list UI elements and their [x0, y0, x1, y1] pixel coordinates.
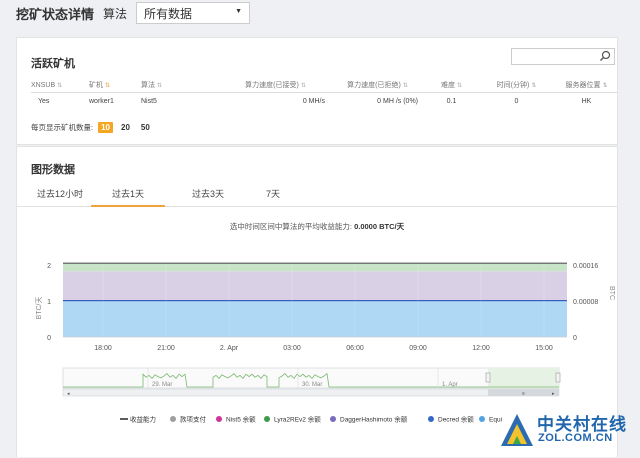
x-axis: 18:00 21:00 2. Apr 03:00 06:00 09:00 12:00 15:0… [63, 336, 567, 352]
zol-watermark: 中关村在线 ZOL.COM.CN [499, 408, 637, 452]
navigator-scrollbar[interactable] [62, 388, 560, 397]
top-bar: 挖矿状态详情 算法 所有数据 ▼ [0, 0, 640, 26]
x-tick-label: 06:00 [346, 345, 364, 352]
y-right-tick-label: 0.00008 [573, 299, 598, 306]
legend-dot-marker [428, 416, 434, 422]
search-icon[interactable] [599, 50, 611, 62]
col-header-algo[interactable]: 算法 ⇅ [141, 78, 222, 93]
x-tick-label: 18:00 [94, 345, 112, 352]
algo-label: 算法 [103, 6, 128, 21]
cell-algo: Nist5 [141, 97, 157, 105]
navigator[interactable]: 29. Mar 30. Mar 1. Apr ◂ ▸ ≡ [62, 367, 561, 397]
col-header-speed-rejected[interactable]: 算力速度(已拒绝) ⇅ [329, 78, 426, 93]
x-tick-label: 2. Apr [220, 345, 239, 352]
zol-logo-domain: ZOL.COM.CN [538, 432, 613, 444]
col-header-miner[interactable]: 矿机 ⇅ [89, 78, 141, 93]
legend-dot-marker [479, 416, 485, 422]
per-page-label: 每页显示矿机数量: [31, 123, 94, 132]
page-title: 挖矿状态详情 [16, 6, 95, 22]
scrollbar-grip-icon[interactable]: ≡ [522, 391, 525, 397]
cell-server: HK [581, 97, 592, 105]
cell-speed-accepted: 0 MH/s [302, 97, 325, 105]
miner-search-input[interactable] [512, 51, 604, 67]
miner-search[interactable] [511, 48, 615, 67]
per-page-10[interactable]: 10 [98, 122, 113, 133]
band-lyra2rev2 [63, 263, 567, 272]
legend-label: DaggerHashimoto 余额 [340, 415, 408, 424]
y-left-tick-label: 0 [47, 335, 51, 342]
cell-difficulty: 0.1 [446, 97, 457, 105]
col-header-time[interactable]: 时间(分钟) ⇅ [477, 78, 556, 93]
navigator-label: 30. Mar [302, 382, 322, 388]
band-equihash [63, 301, 567, 337]
x-tick-label: 15:00 [535, 345, 553, 352]
y-right-tick-label: 0 [573, 335, 577, 342]
band-daggerhashimoto [63, 271, 567, 301]
y-axis-left: 0 1 2 [47, 263, 51, 342]
navigator-selection[interactable] [488, 368, 559, 388]
legend-label: 收益能力 [130, 415, 156, 424]
y-right-tick-label: 0.00016 [573, 263, 598, 270]
active-miners-panel: 活跃矿机 XNSUB ⇅ 矿机 ⇅ 算法 ⇅ 算力速度(已接受) ⇅ 算力速度(已拒绝)… [16, 37, 618, 145]
per-page-50[interactable]: 50 [138, 122, 153, 133]
per-page-20[interactable]: 20 [118, 122, 133, 133]
col-header-server[interactable]: 服务器位置 ⇅ [556, 78, 617, 93]
legend-label: Lyra2REv2 余额 [274, 415, 321, 424]
navigator-label: 29. Mar [152, 382, 172, 388]
per-page-selector: 每页显示矿机数量: 10 20 50 [31, 122, 153, 133]
y-left-tick-label: 2 [47, 263, 51, 270]
x-tick-label: 12:00 [472, 345, 490, 352]
cell-time: 0 [514, 97, 519, 105]
legend-dot-marker [264, 416, 270, 422]
legend-label: Decred 余额 [438, 415, 474, 424]
legend-dot-marker [216, 416, 222, 422]
zol-logo-icon [501, 414, 533, 446]
navigator-handle-right[interactable] [555, 372, 561, 383]
y-axis-left-label: BTC/天 [35, 297, 43, 320]
chart-legend: 收益能力 款项支付 Nist5 余额 Lyra2REv2 余额 DaggerHashim… [120, 415, 502, 424]
chart-bands [63, 262, 567, 337]
cell-xnsub: Yes [38, 97, 50, 105]
algo-select[interactable]: 所有数据 ▼ [136, 2, 251, 24]
cell-speed-rejected: 0 MH /s (0%) [377, 97, 418, 105]
legend-label: Nist5 余额 [226, 415, 256, 424]
legend-label: 款项支付 [180, 415, 207, 424]
y-axis-right-label: BTC [608, 286, 615, 300]
legend-dot-marker [170, 416, 176, 422]
x-tick-label: 03:00 [283, 345, 301, 352]
legend-dot-marker [330, 416, 336, 422]
table-header-row: XNSUB ⇅ 矿机 ⇅ 算法 ⇅ 算力速度(已接受) ⇅ 算力速度(已拒绝) ⇅ 难度 ⇅… [31, 78, 617, 93]
table-row[interactable]: Yes worker1 Nist5 0 MH/s 0 MH /s (0%) 0.… [31, 93, 617, 110]
navigator-handle-left[interactable] [485, 372, 491, 383]
y-axis-right: 0 0.00008 0.00016 [573, 263, 598, 342]
x-tick-label: 21:00 [157, 345, 175, 352]
col-header-xnsub[interactable]: XNSUB ⇅ [31, 78, 89, 93]
chevron-down-icon: ▼ [235, 8, 243, 15]
col-header-difficulty[interactable]: 难度 ⇅ [426, 78, 477, 93]
section-title-active-miners: 活跃矿机 [31, 58, 75, 70]
y-left-tick-label: 1 [47, 299, 51, 306]
col-header-speed-accepted[interactable]: 算力速度(已接受) ⇅ [222, 78, 329, 93]
cell-miner: worker1 [89, 97, 114, 105]
x-tick-label: 09:00 [409, 345, 427, 352]
miners-table: XNSUB ⇅ 矿机 ⇅ 算法 ⇅ 算力速度(已接受) ⇅ 算力速度(已拒绝) ⇅ 难度 ⇅… [31, 78, 617, 109]
navigator-label: 1. Apr [442, 382, 458, 388]
algo-select-value: 所有数据 [144, 6, 193, 21]
